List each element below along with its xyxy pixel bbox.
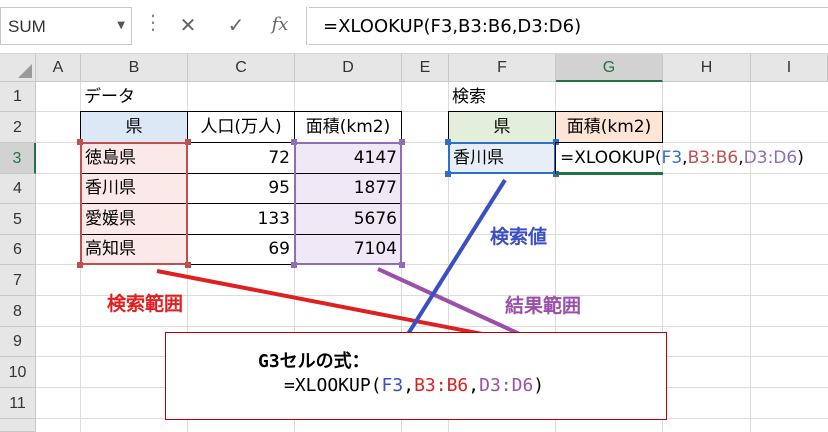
callout-arg-lookup-array: B3:B6	[414, 375, 469, 396]
callout-title: G3セルの式：	[258, 351, 370, 372]
result-range-label: 結果範囲	[505, 295, 582, 317]
formula-callout: G3セルの式： =XLOOKUP(F3,B3:B6,D3:D6)	[165, 332, 667, 420]
callout-arg-lookup: F3	[381, 375, 404, 396]
callout-prefix: =XLOOKUP(	[284, 375, 382, 396]
callout-arg-return-array: D3:D6	[479, 375, 534, 396]
callout-comma: ,	[468, 375, 480, 396]
callout-comma: ,	[403, 375, 415, 396]
search-value-line	[406, 178, 507, 336]
search-range-label: 検索範囲	[107, 293, 184, 315]
callout-formula: =XLOOKUP(F3,B3:B6,D3:D6)	[284, 375, 544, 396]
search-value-label: 検索値	[490, 226, 548, 248]
callout-suffix: )	[533, 375, 545, 396]
